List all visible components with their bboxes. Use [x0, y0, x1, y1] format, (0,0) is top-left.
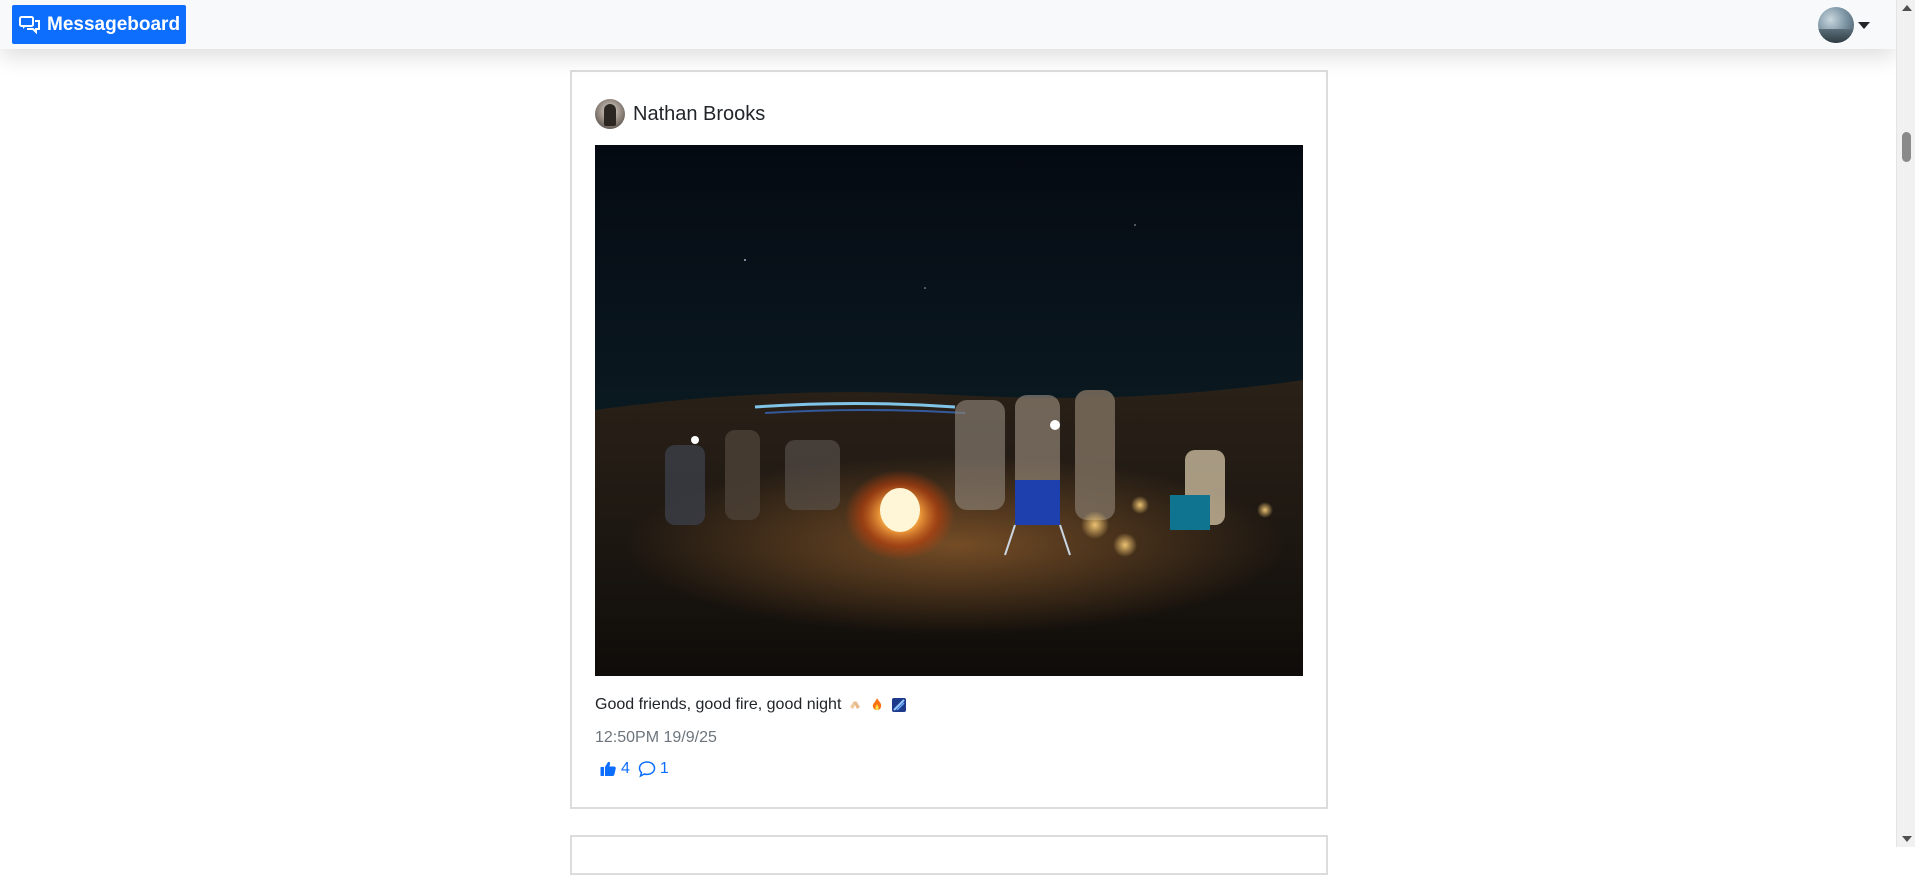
brand-button[interactable]: Messageboard — [12, 5, 187, 44]
user-avatar[interactable] — [1818, 7, 1854, 43]
post-image[interactable] — [595, 145, 1303, 676]
user-menu-toggle[interactable] — [1818, 7, 1870, 43]
top-navbar: Messageboard — [0, 0, 1896, 49]
post-text: Good friends, good fire, good night — [595, 696, 907, 714]
scroll-up-arrow[interactable] — [1902, 5, 1912, 11]
post-card: Nathan Brooks Good friends, good fire, g… — [570, 70, 1328, 809]
post-timestamp: 12:50PM 19/9/25 — [595, 729, 717, 746]
comment-button[interactable]: 1 — [638, 760, 669, 778]
next-post-card — [570, 835, 1328, 875]
like-button[interactable]: 4 — [599, 760, 630, 778]
thumbs-up-icon — [599, 760, 617, 778]
like-count: 4 — [621, 760, 630, 777]
brand-label: Messageboard — [47, 13, 181, 35]
sparkles-emoji — [891, 697, 907, 713]
scroll-thumb[interactable] — [1902, 132, 1911, 162]
author-name[interactable]: Nathan Brooks — [633, 103, 765, 126]
caret-down-icon — [1858, 21, 1870, 29]
page-scrollbar[interactable] — [1896, 0, 1915, 847]
fire-emoji — [869, 697, 885, 713]
post-header: Nathan Brooks — [595, 99, 765, 129]
scroll-down-arrow[interactable] — [1902, 836, 1912, 842]
chat-bubbles-icon — [19, 14, 41, 36]
post-actions: 4 1 — [599, 760, 669, 778]
clinking-hands-emoji — [847, 697, 863, 713]
comment-count: 1 — [659, 760, 669, 777]
author-avatar[interactable] — [595, 99, 625, 129]
comment-icon — [638, 760, 656, 778]
post-caption: Good friends, good fire, good night — [595, 696, 842, 713]
